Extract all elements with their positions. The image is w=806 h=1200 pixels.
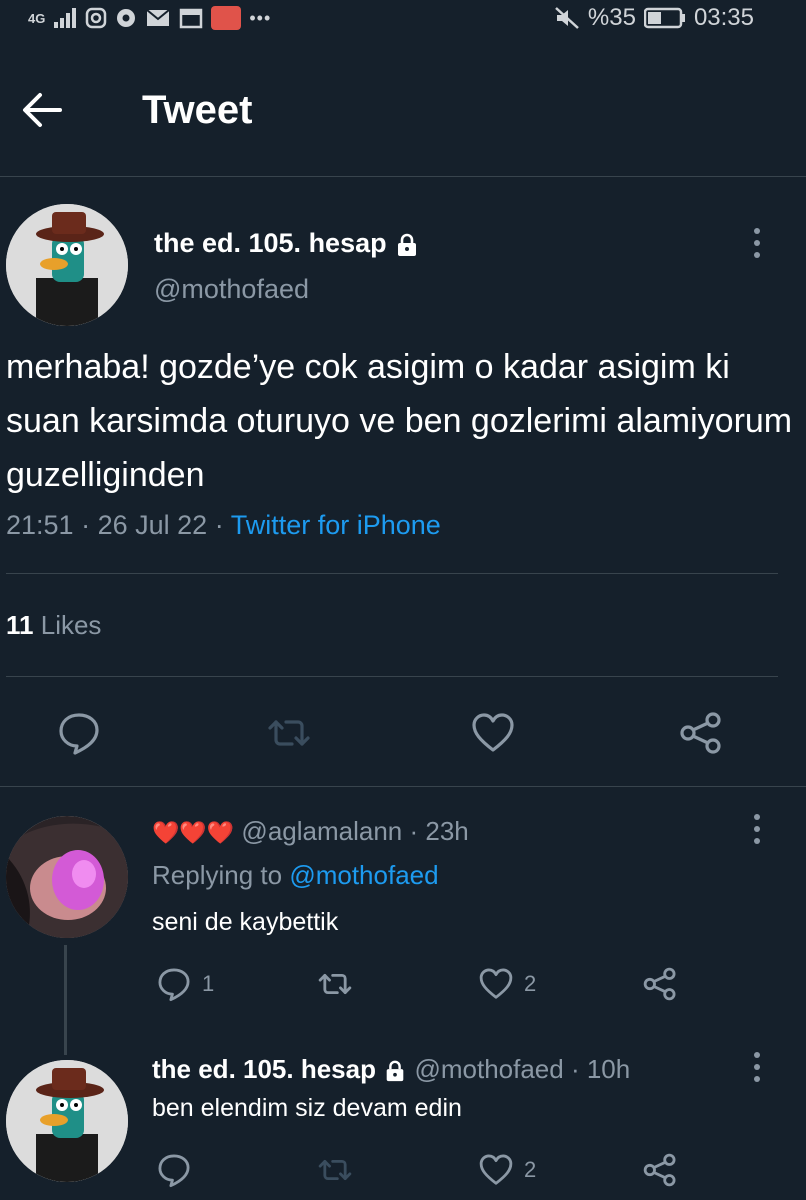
stats-divider [6, 676, 778, 677]
reply-emoji: ❤️❤️❤️ [152, 820, 235, 845]
mail-icon [146, 9, 170, 26]
tweet-date: 26 Jul 22 [97, 510, 208, 540]
meta-separator: · [214, 510, 224, 540]
replying-to-handle[interactable]: @mothofaed [289, 860, 438, 890]
reply-avatar[interactable] [6, 816, 128, 938]
avatar[interactable] [6, 204, 128, 326]
likes-label: Likes [40, 610, 102, 640]
heart-icon [479, 968, 513, 999]
reply-comment-button[interactable]: 1 [156, 966, 214, 1002]
header-divider [0, 176, 806, 177]
likes-link[interactable]: 11 Likes [6, 610, 101, 641]
retweet-button [266, 710, 312, 756]
like-button[interactable] [470, 710, 516, 756]
author-name[interactable]: the ed. 105. hesap [154, 228, 420, 259]
comment-icon [158, 968, 190, 1002]
reply-avatar[interactable] [6, 1060, 128, 1182]
meta-divider [6, 573, 778, 574]
more-vertical-icon [754, 228, 760, 258]
thread-line [64, 945, 67, 1055]
page-title: Tweet [142, 88, 253, 132]
reply-retweet-button [316, 1152, 354, 1188]
comment-icon [158, 1154, 190, 1188]
reply-handle[interactable]: @aglamalann [241, 816, 402, 846]
actions-divider [0, 786, 806, 787]
display-name: the ed. 105. hesap [154, 228, 387, 258]
battery-icon [643, 7, 685, 29]
reply-like-button[interactable]: 2 [478, 1152, 536, 1188]
more-dots-icon: ••• [249, 7, 272, 28]
reply-text: seni de kaybettik [152, 908, 339, 936]
retweet-icon [318, 973, 352, 995]
reply-more-button[interactable] [752, 812, 762, 846]
lock-icon [386, 1060, 404, 1082]
reply-comment-count: 1 [202, 971, 215, 996]
reply-text: ben elendim siz devam edin [152, 1094, 462, 1122]
more-options-button[interactable] [752, 226, 762, 260]
meta-separator: · [81, 510, 91, 540]
reply-comment-button[interactable] [156, 1152, 192, 1188]
battery-percent: %35 [587, 4, 636, 31]
reply-more-button[interactable] [752, 1050, 762, 1084]
hms-app-icon [211, 6, 242, 30]
reply-like-button[interactable]: 2 [478, 966, 536, 1002]
comment-icon [59, 713, 99, 755]
retweet-icon [318, 1159, 352, 1181]
reply-share-button[interactable] [642, 966, 678, 1002]
reply-header: ❤️❤️❤️ @aglamalann · 23h [152, 816, 469, 847]
status-bar: 4G ••• %35 03:35 [0, 0, 806, 40]
reply-like-count: 2 [524, 971, 537, 996]
soccer-icon [117, 9, 136, 27]
more-vertical-icon [754, 814, 760, 844]
reply-like-count: 2 [524, 1157, 537, 1182]
reply-age: · 23h [409, 816, 469, 846]
back-button[interactable] [20, 88, 64, 132]
tweet-time: 21:51 [6, 510, 74, 540]
more-vertical-icon [754, 1052, 760, 1082]
reply-avatar-image [6, 816, 128, 938]
reply-handle[interactable]: @mothofaed [414, 1054, 563, 1084]
reply-retweet-button[interactable] [316, 966, 354, 1002]
reply-age: · 10h [570, 1054, 631, 1084]
signal-icon [54, 8, 77, 28]
heart-icon [472, 713, 514, 752]
reply-header: the ed. 105. hesap @mothofaed · 10h [152, 1054, 630, 1085]
share-icon [643, 1153, 676, 1187]
lock-icon [398, 233, 417, 256]
reply-display-name[interactable]: the ed. 105. hesap [152, 1054, 376, 1084]
reply-button[interactable] [56, 710, 102, 756]
avatar-image [6, 204, 128, 326]
calendar-icon [180, 8, 203, 29]
clock: 03:35 [693, 4, 754, 31]
share-icon [643, 967, 676, 1001]
replying-to: Replying to @mothofaed [152, 860, 439, 891]
author-handle[interactable]: @mothofaed [154, 274, 309, 305]
tweet-meta: 21:51 · 26 Jul 22 · Twitter for iPhone [6, 510, 441, 541]
tweet-source[interactable]: Twitter for iPhone [231, 510, 441, 540]
arrow-left-icon [23, 93, 62, 127]
share-button[interactable] [678, 710, 724, 756]
instagram-icon [86, 7, 107, 29]
share-icon [680, 712, 721, 754]
network-label: 4G [28, 10, 46, 26]
heart-icon [479, 1154, 513, 1185]
tweet-text: merhaba! gozde’ye cok asigim o kadar asi… [6, 348, 793, 494]
reply-share-button[interactable] [642, 1152, 678, 1188]
reply-avatar-image [6, 1060, 128, 1182]
retweet-icon [268, 720, 310, 746]
likes-count: 11 [6, 610, 34, 640]
replying-label: Replying to [152, 860, 283, 890]
mute-icon [555, 7, 579, 29]
